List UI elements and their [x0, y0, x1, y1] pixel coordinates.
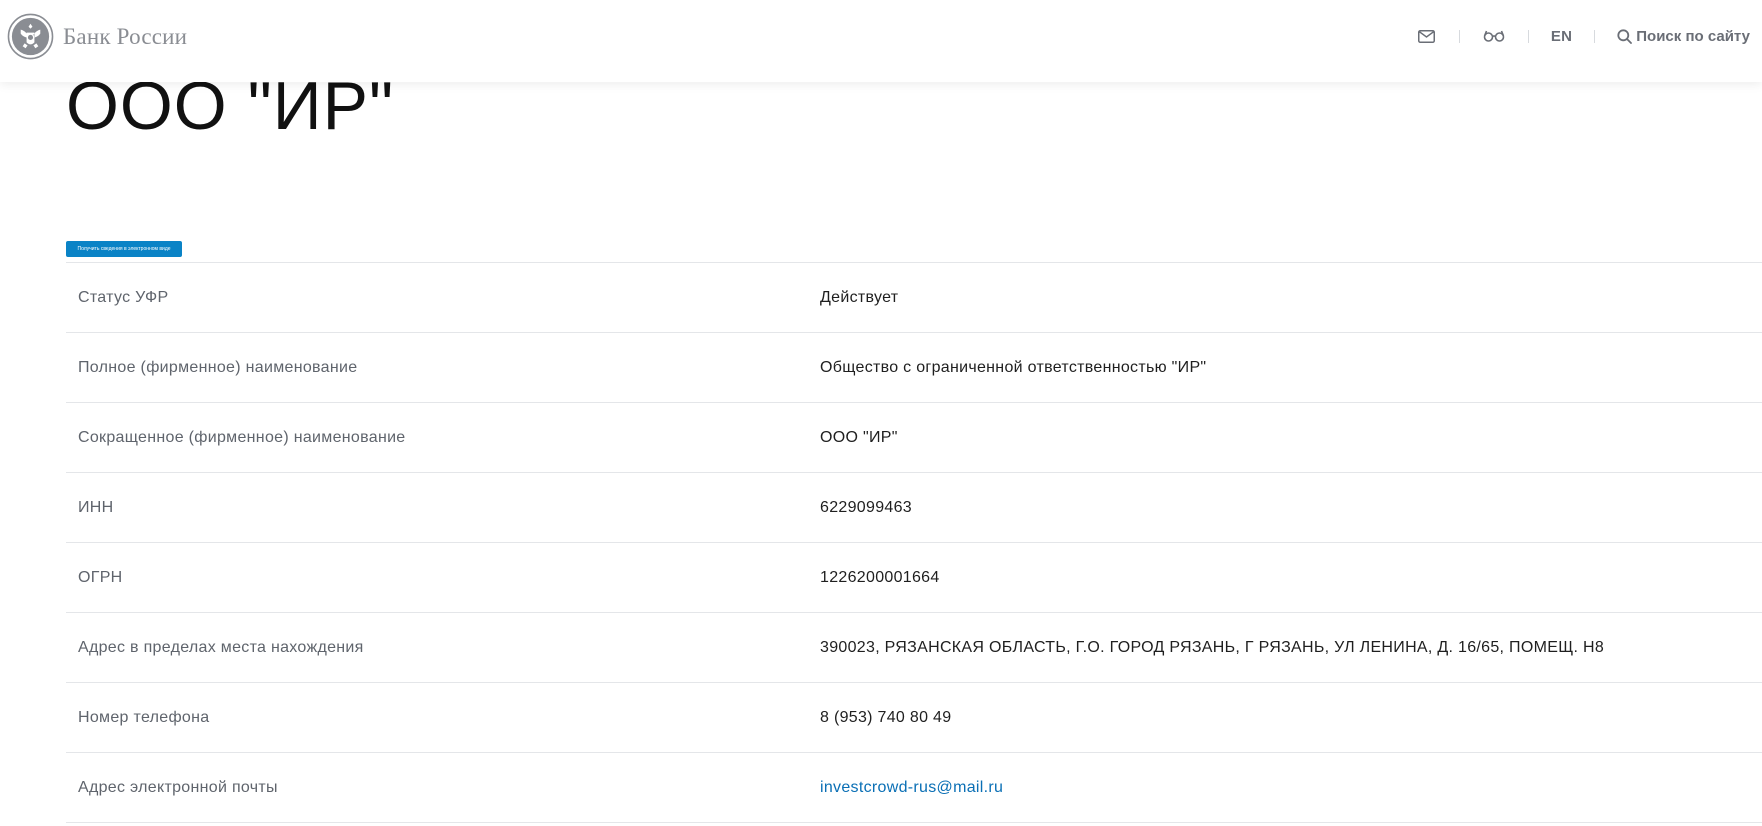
- eagle-emblem-icon: [7, 13, 54, 60]
- row-value: 1226200001664: [820, 568, 940, 586]
- row-label: ОГРН: [78, 568, 123, 586]
- toolbar-divider: [1458, 29, 1460, 43]
- mail-button[interactable]: [1417, 22, 1437, 50]
- search-label: Поиск по сайту: [1636, 27, 1750, 45]
- search-icon: [1617, 28, 1633, 44]
- table-row: Полное (фирменное) наименование Общество…: [66, 333, 1762, 403]
- row-value: 390023, РЯЗАНСКАЯ ОБЛАСТЬ, Г.О. ГОРОД РЯ…: [820, 638, 1605, 656]
- header-toolbar: EN Поиск по сайту: [1417, 22, 1750, 50]
- logo-text: Банк России: [63, 23, 188, 49]
- row-label: Адрес электронной почты: [78, 778, 278, 796]
- table-row: ИНН 6229099463: [66, 473, 1762, 543]
- row-value: ООО "ИР": [820, 428, 898, 446]
- site-header: Банк России EN Поиск по сайту: [0, 0, 1762, 82]
- bank-logo-link[interactable]: Банк России: [7, 13, 187, 60]
- toolbar-divider: [1594, 29, 1596, 43]
- row-value: 8 (953) 740 80 49: [820, 708, 952, 726]
- row-label: Сокращенное (фирменное) наименование: [78, 428, 406, 446]
- get-electronic-data-button[interactable]: Получить сведения в электронном виде: [66, 241, 182, 257]
- toolbar-divider: [1527, 29, 1529, 43]
- row-label: Адрес в пределах места нахождения: [78, 638, 364, 656]
- row-label: ИНН: [78, 498, 114, 516]
- table-row: Адрес электронной почты investcrowd-rus@…: [66, 753, 1762, 823]
- row-label: Номер телефона: [78, 708, 210, 726]
- table-row: Статус УФР Действует: [66, 263, 1762, 333]
- row-label: Полное (фирменное) наименование: [78, 358, 358, 376]
- table-row: Номер телефона 8 (953) 740 80 49: [66, 683, 1762, 753]
- table-row: Сокращенное (фирменное) наименование ООО…: [66, 403, 1762, 473]
- email-link[interactable]: investcrowd-rus@mail.ru: [820, 779, 1003, 796]
- row-label: Статус УФР: [78, 288, 169, 306]
- row-value: Действует: [820, 288, 899, 306]
- organization-info-table: Статус УФР Действует Полное (фирменное) …: [66, 262, 1762, 823]
- glasses-icon: [1483, 30, 1505, 42]
- table-row: Адрес в пределах места нахождения 390023…: [66, 613, 1762, 683]
- row-value: Общество с ограниченной ответственностью…: [820, 358, 1207, 376]
- table-row: ОГРН 1226200001664: [66, 543, 1762, 613]
- row-value: 6229099463: [820, 498, 912, 516]
- row-value: investcrowd-rus@mail.ru: [820, 779, 1003, 797]
- accessibility-button[interactable]: [1482, 22, 1506, 50]
- mail-icon: [1418, 29, 1436, 43]
- language-switch-button[interactable]: EN: [1551, 22, 1572, 50]
- site-search-button[interactable]: Поиск по сайту: [1617, 22, 1750, 50]
